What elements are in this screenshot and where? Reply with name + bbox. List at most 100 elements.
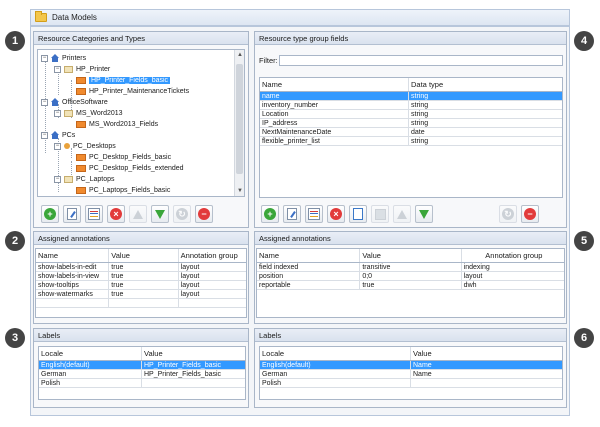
tree-scrollbar[interactable]: ▲ ▼ (234, 50, 244, 196)
table-row[interactable]: German Name (260, 370, 562, 379)
column-header-name[interactable]: Name (257, 249, 361, 262)
edit-fields-button[interactable] (85, 205, 103, 223)
tree-node-label: PC_Desktops (73, 142, 116, 150)
table-row[interactable]: IP_address string (260, 119, 562, 128)
column-header-name[interactable]: Name (260, 78, 410, 91)
move-field-down-button[interactable] (415, 205, 433, 223)
collapse-icon[interactable]: − (41, 98, 48, 106)
fields-header: Resource type group fields (255, 32, 566, 45)
table-row[interactable]: Polish (260, 379, 562, 388)
table-row[interactable]: show-watermarks true layout (36, 290, 246, 299)
arrow-down-icon (155, 209, 165, 219)
delete-field-button[interactable]: × (327, 205, 345, 223)
scroll-thumb[interactable] (236, 64, 243, 174)
tree-node-pc-laptops[interactable]: − PC_Laptops (54, 174, 115, 184)
disabled-field-button[interactable] (371, 205, 389, 223)
remove-button[interactable]: − (195, 205, 213, 223)
scroll-up-icon[interactable]: ▲ (235, 50, 244, 60)
close-icon: × (330, 208, 342, 220)
tree-node-pc-desktop-fields-basic[interactable]: PC_Desktop_Fields_basic (76, 152, 171, 162)
cell-locale: Polish (39, 379, 142, 387)
table-row-selected[interactable]: English(default) HP_Printer_Fields_basic (39, 361, 245, 370)
table-row[interactable]: show-tooltips true layout (36, 281, 246, 290)
cell-value: true (109, 272, 179, 280)
move-down-button[interactable] (151, 205, 169, 223)
collapse-icon[interactable]: − (41, 54, 48, 62)
move-field-up-button[interactable] (393, 205, 411, 223)
column-header-value[interactable]: Value (360, 249, 462, 262)
column-header-locale[interactable]: Locale (260, 347, 411, 360)
field-group-icon (76, 87, 86, 95)
table-row[interactable]: field indexed transitive indexing (257, 263, 564, 272)
field-group-icon (76, 76, 86, 84)
move-up-button[interactable] (129, 205, 147, 223)
table-row[interactable]: show-labels-in-view true layout (36, 272, 246, 281)
table-row[interactable]: position 0;0 layout (257, 272, 564, 281)
collapse-icon[interactable]: − (54, 175, 61, 183)
refresh-fields-button[interactable]: ↻ (499, 205, 517, 223)
collapse-icon[interactable]: − (54, 109, 61, 117)
table-row[interactable]: Polish (39, 379, 245, 388)
edit-field-list-button[interactable] (305, 205, 323, 223)
table-row[interactable]: NextMaintenanceDate date (260, 128, 562, 137)
resource-categories-panel: Resource Categories and Types − Printers… (33, 31, 249, 228)
edit-field-button[interactable] (283, 205, 301, 223)
fields-table[interactable]: Name Data type name string inventory_num… (259, 77, 563, 198)
tree-node-pc-desktop-fields-extended[interactable]: PC_Desktop_Fields_extended (76, 163, 184, 173)
field-group-icon (76, 186, 86, 194)
cell-locale: German (260, 370, 411, 378)
tree-node-pc-desktops[interactable]: − PC_Desktops (54, 141, 116, 151)
add-button[interactable]: + (41, 205, 59, 223)
right-labels-table[interactable]: Locale Value English(default) Name Germa… (259, 346, 563, 400)
left-labels-table[interactable]: Locale Value English(default) HP_Printer… (38, 346, 246, 400)
tree-node-label: PC_Laptops (76, 175, 115, 183)
collapse-icon[interactable]: − (54, 65, 61, 73)
tree-node-officesoftware[interactable]: − OfficeSoftware (41, 97, 108, 107)
category-tree[interactable]: − Printers − HP_Printer HP_Printer_Field… (37, 49, 245, 197)
left-annotations-table[interactable]: Name Value Annotation group show-labels-… (35, 248, 247, 318)
tree-node-pcs[interactable]: − PCs (41, 130, 75, 140)
scroll-down-icon[interactable]: ▼ (235, 186, 244, 196)
table-row-empty[interactable] (36, 299, 246, 308)
table-row[interactable]: Location string (260, 110, 562, 119)
column-header-name[interactable]: Name (36, 249, 110, 262)
tree-node-pc-laptops-fields-basic[interactable]: PC_Laptops_Fields_basic (76, 185, 170, 195)
collapse-icon[interactable]: − (41, 131, 48, 139)
arrow-up-icon (133, 209, 143, 219)
column-header-value[interactable]: Value (142, 347, 245, 360)
table-row-selected[interactable]: English(default) Name (260, 361, 562, 370)
table-row[interactable]: flexible_printer_list string (260, 137, 562, 146)
remove-field-button[interactable]: − (521, 205, 539, 223)
resource-categories-header: Resource Categories and Types (34, 32, 248, 45)
tree-node-hp-printer-fields-basic[interactable]: HP_Printer_Fields_basic (76, 75, 171, 85)
table-row[interactable]: reportable true dwh (257, 281, 564, 290)
cell-name: field indexed (257, 263, 361, 271)
copy-field-button[interactable] (349, 205, 367, 223)
collapse-icon[interactable]: − (54, 142, 61, 150)
add-field-button[interactable]: + (261, 205, 279, 223)
table-row[interactable]: inventory_number string (260, 101, 562, 110)
table-row[interactable]: German HP_Printer_Fields_basic (39, 370, 245, 379)
column-header-data-type[interactable]: Data type (409, 78, 562, 91)
right-annotations-table[interactable]: Name Value Annotation group field indexe… (256, 248, 565, 318)
column-header-locale[interactable]: Locale (39, 347, 142, 360)
resource-type-group-fields-panel: Resource type group fields Filter: Name … (254, 31, 567, 228)
cell-group: dwh (463, 281, 477, 289)
table-row-selected[interactable]: name string (260, 92, 562, 101)
tree-node-hp-printer[interactable]: − HP_Printer (54, 64, 110, 74)
tree-node-printers[interactable]: − Printers (41, 53, 86, 63)
tree-node-hp-printer-maintenancetickets[interactable]: HP_Printer_MaintenanceTickets (76, 86, 189, 96)
cell-value: 0;0 (360, 272, 462, 280)
refresh-button[interactable]: ↻ (173, 205, 191, 223)
delete-button[interactable]: × (107, 205, 125, 223)
column-header-value[interactable]: Value (411, 347, 562, 360)
edit-button[interactable] (63, 205, 81, 223)
column-header-value[interactable]: Value (109, 249, 179, 262)
tree-node-ms-word2013-fields[interactable]: MS_Word2013_Fields (76, 119, 158, 129)
column-header-annotation-group[interactable]: Annotation group (179, 249, 246, 262)
tree-node-ms-word2013[interactable]: − MS_Word2013 (54, 108, 123, 118)
column-header-annotation-group[interactable]: Annotation group (462, 249, 564, 262)
filter-input[interactable] (279, 55, 563, 66)
type-folder-icon (64, 109, 73, 117)
table-row[interactable]: show-labels-in-edit true layout (36, 263, 246, 272)
